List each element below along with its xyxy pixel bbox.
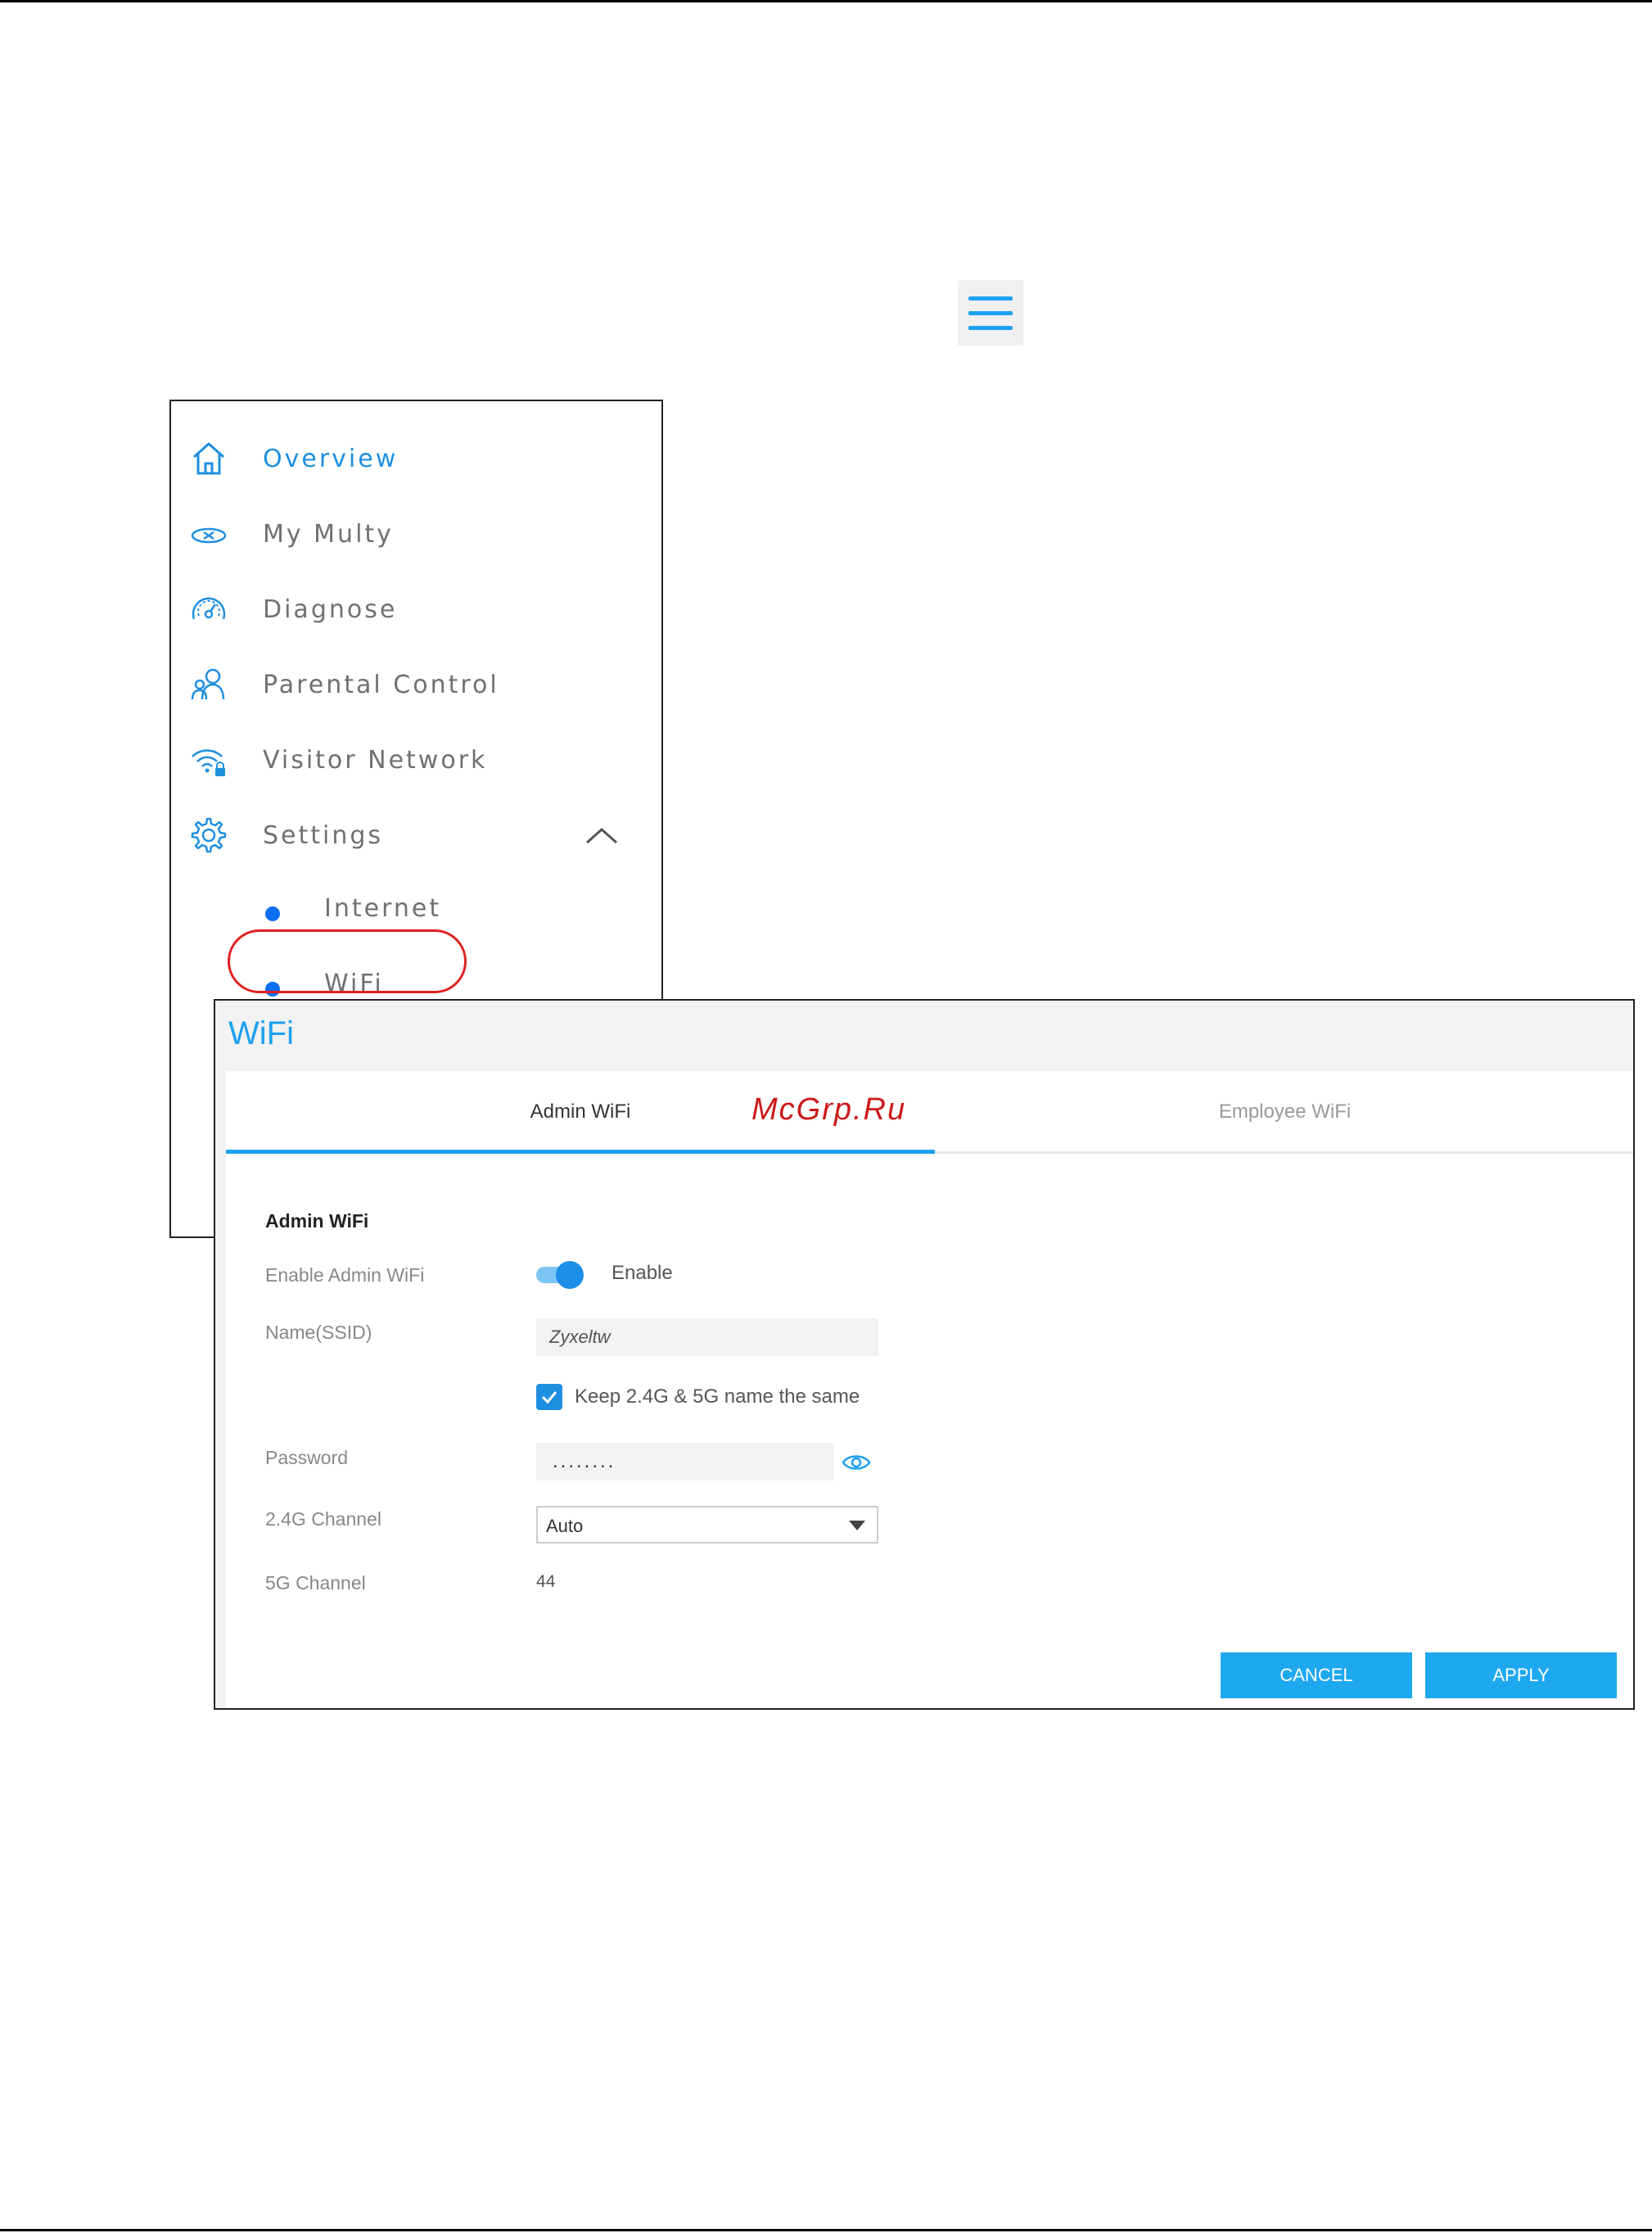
bottom-rule	[0, 2229, 1652, 2231]
submenu-item-label: Internet	[324, 894, 442, 923]
hamburger-line	[968, 310, 1013, 315]
channel-24g-label: 2.4G Channel	[265, 1508, 381, 1530]
keep-same-name-checkbox[interactable]	[536, 1384, 562, 1410]
active-tab-indicator	[226, 1150, 935, 1154]
channel-24g-select[interactable]: Auto	[536, 1506, 878, 1544]
top-rule	[0, 0, 1652, 2]
menu-item-label: Settings	[263, 820, 384, 850]
menu-item-label: Visitor Network	[263, 745, 488, 775]
parental-control-icon	[191, 668, 225, 700]
gear-icon	[191, 817, 227, 853]
menu-item-parental-control[interactable]: Parental Control	[171, 660, 662, 709]
tab-divider	[935, 1151, 1633, 1154]
password-label: Password	[265, 1447, 348, 1468]
menu-item-label: Parental Control	[263, 670, 499, 699]
channel-5g-label: 5G Channel	[265, 1572, 366, 1593]
cancel-button[interactable]: CANCEL	[1221, 1652, 1412, 1698]
bullet-dot	[265, 906, 280, 921]
eye-icon[interactable]	[842, 1451, 871, 1474]
enable-admin-wifi-toggle[interactable]	[536, 1261, 584, 1289]
hamburger-line	[968, 325, 1013, 330]
keep-same-name-label: Keep 2.4G & 5G name the same	[575, 1385, 860, 1408]
ssid-input[interactable]	[536, 1318, 878, 1356]
checkmark-icon	[541, 1391, 557, 1404]
home-icon	[193, 442, 224, 475]
toggle-status-text: Enable	[612, 1262, 673, 1284]
watermark: McGrp.Ru	[752, 1092, 907, 1127]
apply-button[interactable]: APPLY	[1425, 1652, 1617, 1698]
speedometer-icon	[192, 597, 226, 620]
menu-item-diagnose[interactable]: Diagnose	[171, 585, 662, 634]
ssid-label: Name(SSID)	[265, 1322, 372, 1343]
select-value: Auto	[546, 1516, 584, 1536]
tab-employee-wifi[interactable]: Employee WiFi	[935, 1071, 1633, 1153]
panel-header: WiFi	[215, 1001, 1633, 1071]
panel-title: WiFi	[228, 1015, 294, 1051]
menu-item-label: Diagnose	[263, 594, 398, 624]
submenu-item-internet[interactable]: Internet	[171, 886, 662, 935]
menu-item-settings[interactable]: Settings	[171, 811, 662, 860]
password-input[interactable]	[536, 1443, 834, 1480]
hamburger-line	[968, 296, 1013, 301]
toggle-knob	[556, 1261, 584, 1289]
highlight-circle	[228, 929, 467, 993]
channel-5g-value: 44	[536, 1572, 556, 1591]
wifi-settings-panel: WiFi Admin WiFi Employee WiFi McGrp.Ru A…	[214, 999, 1635, 1710]
menu-item-label: My Multy	[263, 519, 394, 549]
router-icon	[191, 527, 227, 544]
caret-down-icon	[849, 1521, 865, 1530]
menu-item-my-multy[interactable]: My Multy	[171, 509, 662, 558]
enable-admin-wifi-label: Enable Admin WiFi	[265, 1264, 425, 1286]
wifi-lock-icon	[192, 749, 225, 776]
tab-bar: Admin WiFi Employee WiFi	[226, 1071, 1633, 1156]
hamburger-menu-button[interactable]	[958, 280, 1023, 346]
menu-item-overview[interactable]: Overview	[171, 434, 662, 483]
section-title: Admin WiFi	[265, 1210, 369, 1232]
menu-item-label: Overview	[263, 444, 399, 473]
chevron-up-icon[interactable]	[584, 823, 620, 848]
panel-side-strip	[215, 1071, 226, 1708]
menu-item-visitor-network[interactable]: Visitor Network	[171, 735, 662, 784]
